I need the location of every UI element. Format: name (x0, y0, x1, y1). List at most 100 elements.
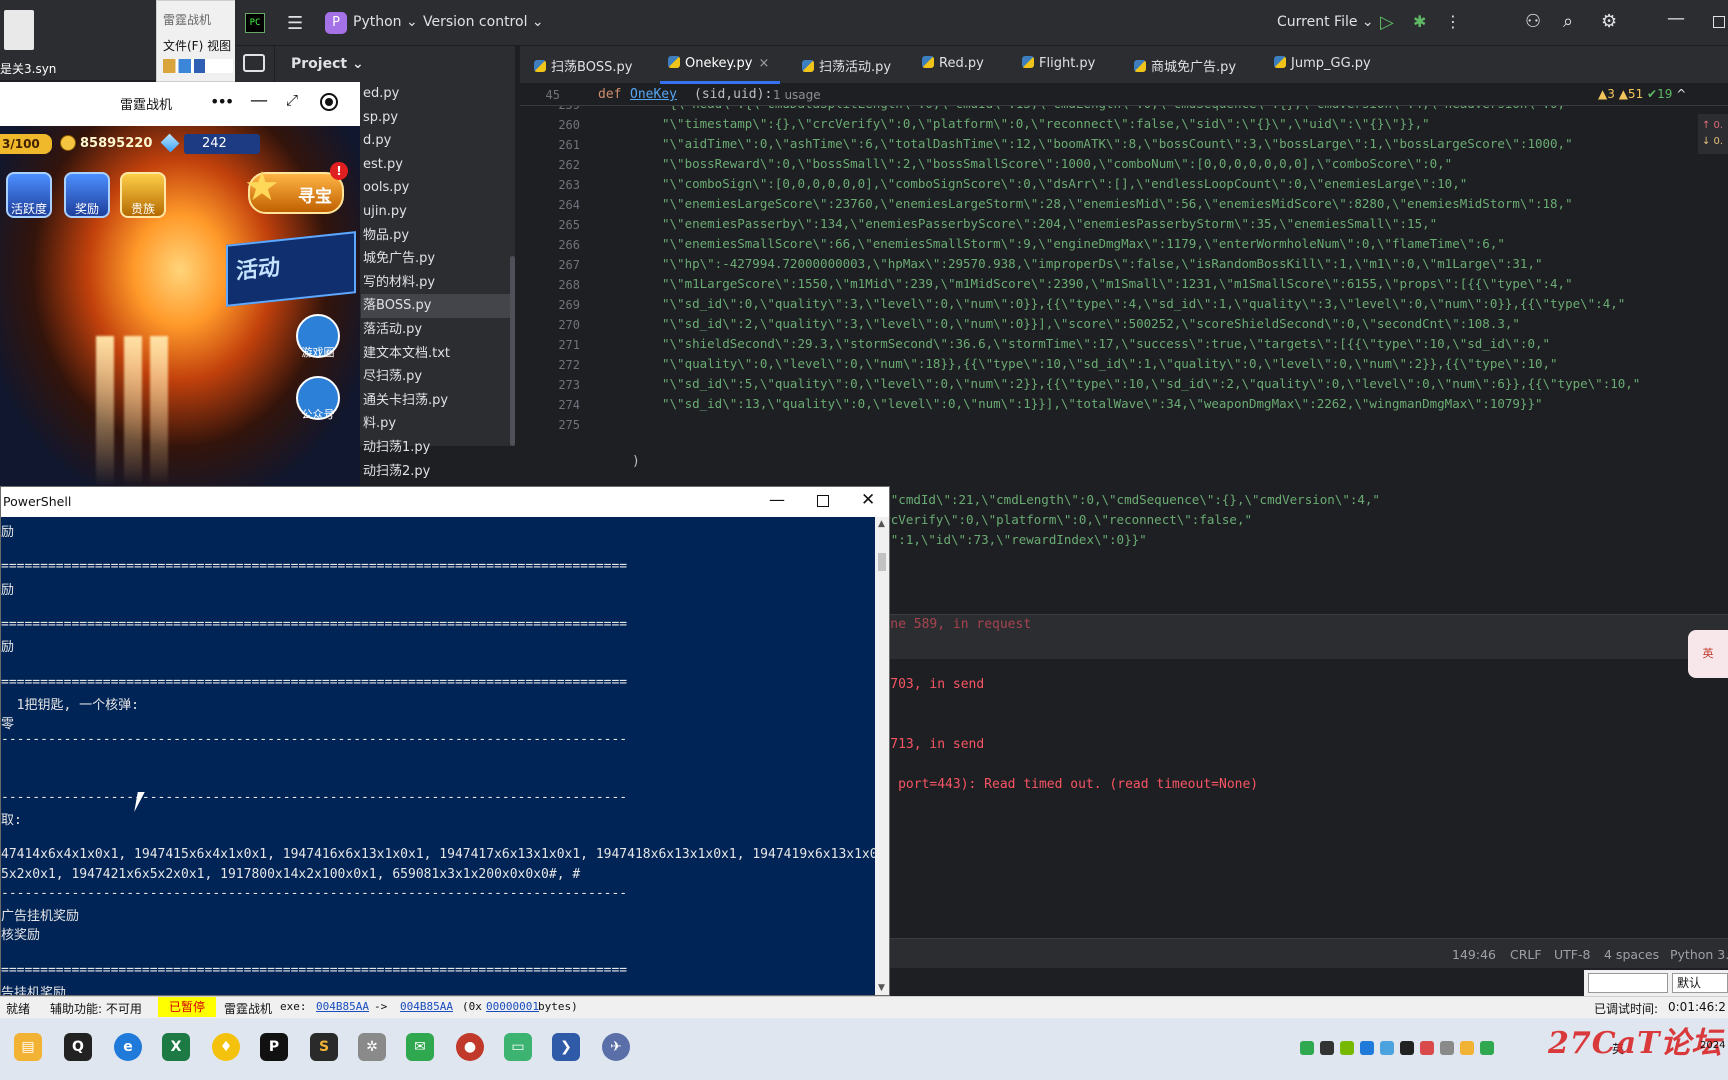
project-tree-item[interactable]: 动扫荡2.py (361, 460, 515, 484)
sublime-icon[interactable]: S (310, 1033, 338, 1061)
code-line[interactable]: "\"timestamp\":{},\"crcVerify\":0,\"plat… (662, 116, 1430, 131)
code-line[interactable]: "\"quality\":0,\"level\":0,\"num\":18}},… (662, 356, 1558, 371)
indent-setting[interactable]: 4 spaces (1604, 947, 1659, 962)
tray-nvidia-icon[interactable] (1340, 1041, 1354, 1055)
project-tree-item[interactable]: 城免广告.py (361, 247, 515, 271)
powershell-icon[interactable]: ❯ (552, 1033, 580, 1061)
public-account-button[interactable]: 公众号 (296, 376, 340, 421)
project-tree-item[interactable]: 建文本文档.txt (361, 342, 515, 366)
tray-app-icon[interactable] (1320, 1041, 1334, 1055)
qq-icon[interactable]: Q (64, 1033, 92, 1061)
code-line[interactable]: "\"m1LargeScore\":1550,\"m1Mid\":239,\"m… (662, 276, 1573, 291)
project-tree-item[interactable]: ujin.py (361, 200, 515, 224)
desktop-file-icon[interactable] (4, 10, 34, 50)
code-line[interactable]: "\"comboSign\":[0,0,0,0,0,0],\"comboSign… (662, 176, 1467, 191)
scroll-down-icon[interactable]: ▼ (878, 983, 885, 993)
code-line[interactable]: "\"sd_id\":0,\"quality\":3,\"level\":0,\… (662, 296, 1625, 311)
code-line[interactable]: "\"sd_id\":2,\"quality\":3,\"level\":0,\… (662, 316, 1520, 331)
file-explorer-icon[interactable]: ▤ (14, 1033, 42, 1061)
code-line[interactable]: "\"enemiesLargeScore\":23760,\"enemiesLa… (662, 196, 1573, 211)
inspection-widget[interactable]: ▲3 ▲51 ✔19 ^ (1598, 87, 1686, 101)
project-tree-item[interactable]: 通关卡扫荡.py (361, 389, 515, 413)
restore-icon[interactable]: ⤢ (286, 91, 298, 109)
excel-icon[interactable]: X (162, 1033, 190, 1061)
tab-jump-gg[interactable]: Jump_GG.py (1274, 56, 1371, 71)
sticky-function-header[interactable]: 45 def OneKey (sid,uid): 1 usage ▲3 ▲51 … (520, 84, 1728, 106)
activity-button[interactable]: 活跃度 (6, 172, 52, 218)
more-options-icon[interactable]: ••• (210, 92, 234, 111)
game-window[interactable]: 雷霆战机 ••• — ⤢ 3/100 85895220 242 活跃度 奖励 贵… (0, 82, 360, 486)
minimize-icon[interactable]: — (769, 490, 785, 509)
game-app-icon[interactable]: ✈ (602, 1033, 630, 1061)
project-tree-scrollbar[interactable] (510, 256, 515, 446)
background-window[interactable]: 雷霆战机 文件(F) 视图 (156, 0, 238, 82)
usage-hint[interactable]: 1 usage (773, 88, 821, 102)
code-line[interactable]: ength\":0,\"cmdId\":21,\"cmdLength\":0,\… (808, 492, 1380, 507)
taskbar-clock[interactable]: 2024 (1700, 1040, 1725, 1051)
tray-volume-icon[interactable] (1440, 1041, 1454, 1055)
address-end[interactable]: 004B85AA (400, 1000, 453, 1013)
gem-amount[interactable]: 242 (184, 134, 260, 154)
project-tree-item[interactable]: 尽扫荡.py (361, 365, 515, 389)
close-icon[interactable]: ✕ (861, 490, 875, 510)
project-tree-item[interactable]: 写的材料.py (361, 271, 515, 295)
search-icon[interactable]: ⌕ (1563, 11, 1573, 32)
tab-close-icon[interactable]: × (758, 56, 769, 71)
caret-position[interactable]: 149:46 (1452, 947, 1496, 962)
project-folder-icon[interactable] (243, 54, 265, 72)
tab-shangcheng[interactable]: 商城免广告.py (1134, 56, 1236, 75)
run-output-panel[interactable]: py"py", line 589, in request py", line 7… (808, 614, 1728, 854)
record-icon[interactable] (320, 93, 338, 111)
project-tree-item[interactable]: 落BOSS.py (361, 294, 515, 318)
function-name[interactable]: OneKey (630, 87, 677, 102)
tray-update-icon[interactable] (1480, 1041, 1494, 1055)
desktop-file-label[interactable]: 是关3.syn (0, 60, 56, 77)
run-config-selector[interactable]: Current File ⌄ (1277, 14, 1374, 30)
python-interpreter[interactable]: Python 3.1 (1670, 947, 1728, 962)
code-line[interactable]: "\"sd_id\":13,\"quality\":0,\"level\":0,… (662, 396, 1543, 411)
minimize-icon[interactable]: — (250, 90, 268, 111)
tab-flight[interactable]: Flight.py (1022, 56, 1095, 71)
project-tree-item[interactable]: d.py (361, 129, 515, 153)
background-window-menu[interactable]: 文件(F) 视图 (163, 37, 231, 54)
project-tree-item[interactable]: 物品.py (361, 224, 515, 248)
pycharm-icon[interactable]: P (260, 1033, 288, 1061)
minimize-button[interactable]: — (1667, 8, 1685, 29)
screen-tool-icon[interactable]: ▭ (504, 1033, 532, 1061)
scroll-thumb[interactable] (878, 553, 886, 571)
lightbulb-icon[interactable]: ♦ (212, 1033, 240, 1061)
add-user-icon[interactable]: ⚇ (1525, 11, 1541, 32)
chevron-up-icon[interactable]: ^ (1676, 87, 1686, 101)
tab-red[interactable]: Red.py (922, 56, 984, 71)
offset-value[interactable]: 00000001 (486, 1000, 539, 1013)
noble-button[interactable]: 贵族 (120, 172, 166, 218)
tab-saodang-huodong[interactable]: 扫荡活动.py (802, 56, 891, 75)
more-actions-icon[interactable]: ⋮ (1445, 12, 1461, 31)
project-tree-item[interactable]: est.py (361, 153, 515, 177)
event-banner[interactable]: 活动 (226, 231, 356, 307)
code-line[interactable]: "\"enemiesPasserby\":134,\"enemiesPasser… (662, 216, 1437, 231)
project-tree-item[interactable]: 动扫荡1.py (361, 436, 515, 460)
powershell-scrollbar[interactable]: ▲ ▼ (875, 517, 889, 995)
project-tree-item[interactable]: sp.py (361, 106, 515, 130)
tray-network-icon[interactable] (1360, 1041, 1374, 1055)
treasure-hunt-button[interactable]: ★ 寻宝 ! (244, 162, 348, 214)
settings-gear-icon[interactable]: ⚙ (1601, 11, 1617, 32)
tray-folder-icon[interactable] (1460, 1041, 1474, 1055)
tray-telegram-icon[interactable] (1380, 1041, 1394, 1055)
file-encoding[interactable]: UTF-8 (1554, 947, 1590, 962)
address-start[interactable]: 004B85AA (316, 1000, 369, 1013)
value-input[interactable] (1588, 973, 1668, 993)
energy-counter[interactable]: 3/100 (0, 134, 52, 154)
powershell-window[interactable]: PowerShell — ✕ 励 ========================… (0, 486, 890, 996)
line-separator[interactable]: CRLF (1510, 947, 1542, 962)
code-line[interactable]: "\"aidTime\":0,\"ashTime\":6,\"totalDash… (662, 136, 1573, 151)
game-circle-button[interactable]: 游戏圈 (296, 314, 340, 359)
version-control-menu[interactable]: Version control ⌄ (423, 14, 544, 30)
project-tree-item[interactable]: ools.py (361, 176, 515, 200)
value-type-select[interactable]: 默认 (1672, 973, 1728, 993)
project-switcher[interactable]: Python ⌄ (353, 14, 418, 30)
code-line[interactable]: "\"enemiesSmallScore\":66,\"enemiesSmall… (662, 236, 1505, 251)
tray-security-icon[interactable] (1420, 1041, 1434, 1055)
debug-icon[interactable]: ✱ (1413, 12, 1426, 31)
